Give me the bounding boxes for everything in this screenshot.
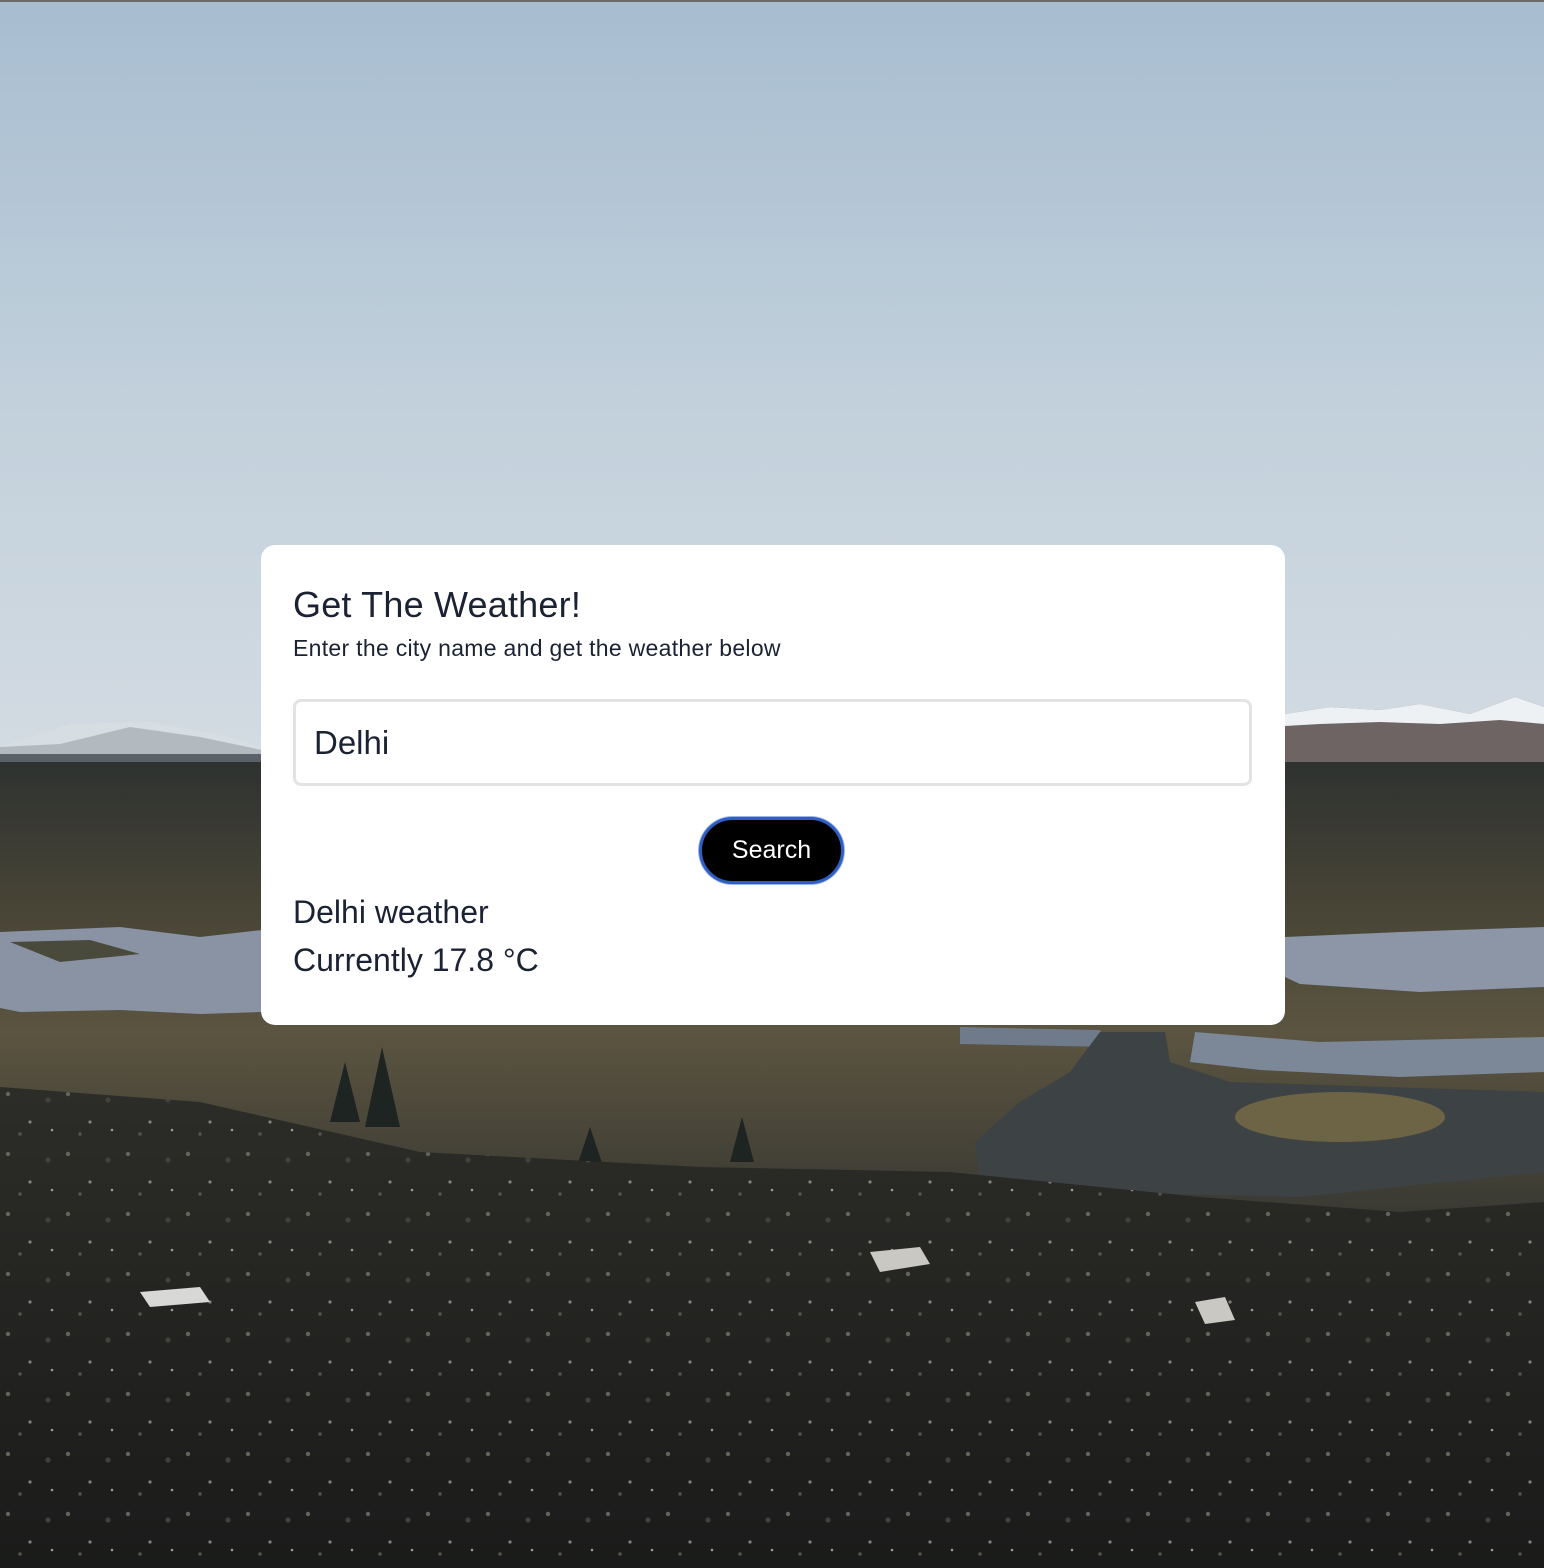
result-temperature: Currently 17.8 °C: [293, 942, 539, 978]
page: Get The Weather! Enter the city name and…: [0, 0, 1544, 1568]
result-city-heading: Delhi weather: [293, 894, 489, 930]
city-search-input[interactable]: [293, 699, 1252, 786]
page-subtitle: Enter the city name and get the weather …: [293, 635, 781, 661]
weather-card: Get The Weather! Enter the city name and…: [261, 545, 1285, 1025]
search-button-row: Search: [293, 817, 1252, 884]
search-button[interactable]: Search: [699, 817, 844, 884]
page-title: Get The Weather!: [293, 584, 582, 625]
